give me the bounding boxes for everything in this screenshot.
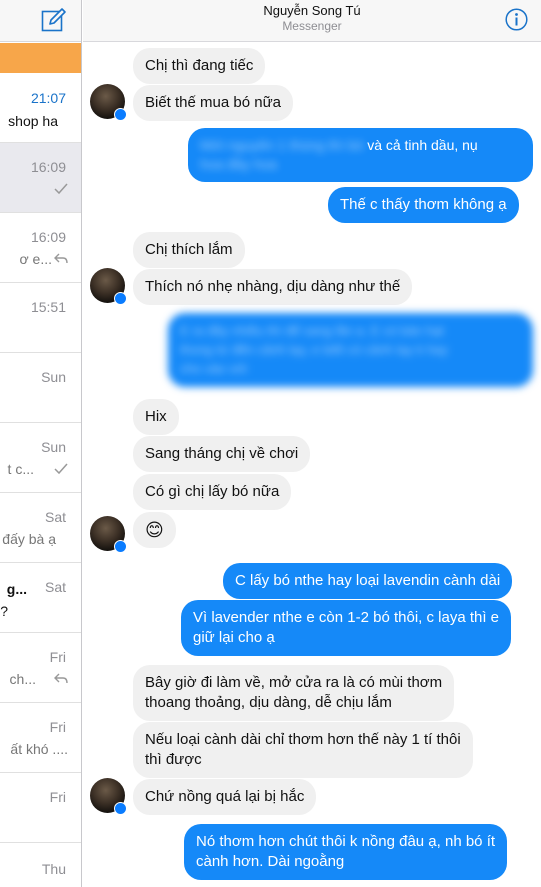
conversation-time: 15:51 — [30, 299, 66, 315]
outgoing-message[interactable]: Vì lavender nthe e còn 1-2 bó thôi, c la… — [181, 600, 512, 656]
message-text: Mới nguyên 1 thùng thì bó — [200, 137, 364, 153]
conversation-item[interactable]: 16:09 ơ e... — [0, 213, 81, 283]
conversation-time: Sat — [44, 579, 66, 595]
message-text: Có gì chị lấy bó nữa — [145, 483, 280, 500]
message-text: Sang tháng chị về chơi — [145, 445, 299, 462]
info-icon[interactable] — [505, 8, 528, 31]
incoming-message[interactable]: Chị thì đang tiếc — [133, 48, 266, 84]
message-text-line2: cành hơn. Dài ngoằng — [196, 853, 345, 870]
outgoing-message[interactable]: Mới nguyên 1 thùng thì bó và cả tinh dầu… — [188, 128, 533, 182]
incoming-message[interactable]: Hix — [133, 399, 179, 435]
conversation-time: Sun — [41, 439, 66, 455]
check-icon — [54, 463, 68, 475]
conversation-list-header — [0, 0, 81, 42]
conversation-item[interactable]: 15:51 — [0, 283, 81, 353]
conversation-snippet: shop ha — [8, 113, 58, 129]
check-icon — [54, 183, 68, 195]
reply-icon — [54, 673, 68, 684]
message-text: Hix — [145, 408, 167, 425]
message-text: Biết thế mua bó nữa — [145, 94, 281, 111]
outgoing-message[interactable]: Thế c thấy thơm không ạ — [328, 187, 519, 223]
incoming-message[interactable]: Bây giờ đi làm về, mở cửa ra là có mùi t… — [133, 665, 455, 721]
conversation-snippet: g... — [6, 581, 27, 597]
message-text: Chị thì đang tiếc — [145, 57, 254, 74]
message-text: E ra đây nhiều thì để sang lần a. E có b… — [180, 323, 444, 338]
message-text: Nếu loại cành dài chỉ thơm hơn thế này 1… — [145, 731, 461, 748]
conversation-time: Fri — [49, 789, 66, 805]
incoming-message[interactable]: 😊 — [133, 512, 176, 548]
incoming-message[interactable]: Thích nó nhẹ nhàng, dịu dàng như thế — [133, 269, 413, 305]
conversation-snippet: ch... — [9, 671, 36, 687]
conversation-item[interactable]: Sun t c... — [0, 423, 81, 493]
smiley-emoji: 😊 — [145, 520, 164, 540]
conversation-time: Fri — [49, 719, 66, 735]
outgoing-message[interactable]: Nó thơm hơn chút thôi k nồng đâu ạ, nh b… — [184, 824, 508, 880]
conversation-time: Sat — [44, 509, 66, 525]
messenger-badge-icon — [114, 540, 127, 553]
conversation-item[interactable]: Sat đấy bà ạ — [0, 493, 81, 563]
message-text-line2: thì được — [145, 751, 202, 768]
message-text: Nó thơm hơn chút thôi k nồng đâu ạ, nh b… — [196, 833, 496, 850]
outgoing-message[interactable]: C lấy bó nthe hay loại lavendin cành dài — [223, 563, 513, 599]
conversation-item[interactable]: Thu — [0, 843, 81, 887]
message-text: Chứ nồng quá lại bị hắc — [145, 788, 305, 805]
incoming-message[interactable]: Biết thế mua bó nữa — [133, 85, 293, 121]
conversation-item[interactable]: Fri — [0, 773, 81, 843]
chat-header: Nguyễn Song Tú Messenger — [83, 0, 541, 42]
message-text: Thích nó nhẹ nhàng, dịu dàng như thế — [145, 278, 401, 295]
message-text: Thế c thấy thơm không ạ — [340, 196, 507, 213]
incoming-message[interactable]: Có gì chị lấy bó nữa — [133, 474, 292, 510]
message-text-line2: giữ lại cho ạ — [193, 629, 275, 646]
message-text: Chị thích lắm — [145, 241, 233, 258]
conversation-time: Fri — [49, 649, 66, 665]
notification-banner[interactable] — [0, 43, 81, 73]
conversation-item[interactable]: Sat g... ? — [0, 563, 81, 633]
conversation-snippet-line2: ? — [0, 603, 8, 619]
conversation-snippet: đấy bà ạ — [2, 531, 56, 547]
message-text-line2: và cả tinh dầu, nụ — [367, 137, 478, 153]
messenger-badge-icon — [114, 292, 127, 305]
conversation-item[interactable]: Fri ất khó .... — [0, 703, 81, 773]
message-text-line3: hoa đầy hoa — [200, 156, 278, 172]
reply-icon — [54, 253, 68, 264]
conversation-item[interactable]: 16:09 — [0, 143, 81, 213]
conversation-item[interactable]: Sun — [0, 353, 81, 423]
conversation-list: 21:07 shop ha 16:09 16:09 ơ e... 15:51 S… — [0, 0, 82, 887]
conversation-time: Thu — [41, 861, 66, 877]
contact-subtitle: Messenger — [282, 19, 342, 33]
conversation-snippet: t c... — [7, 461, 34, 477]
incoming-message[interactable]: Sang tháng chị về chơi — [133, 436, 311, 472]
conversation-snippet: ơ e... — [19, 251, 52, 267]
incoming-message[interactable]: Chị thích lắm — [133, 232, 245, 268]
incoming-message[interactable]: Chứ nồng quá lại bị hắc — [133, 779, 317, 815]
conversation-time: Sun — [41, 369, 66, 385]
message-text-line2: thoang thoảng, dịu dàng, dễ chịu lắm — [145, 694, 392, 711]
outgoing-message[interactable]: E ra đây nhiều thì để sang lần a. E có b… — [168, 313, 533, 387]
conversation-item[interactable]: 21:07 shop ha — [0, 73, 81, 143]
conversation-time: 21:07 — [30, 90, 66, 106]
conversation-item[interactable]: Fri ch... — [0, 633, 81, 703]
conversation-time: 16:09 — [30, 229, 66, 245]
message-text-line3: cho vào với — [180, 361, 248, 376]
conversation-snippet: ất khó .... — [10, 741, 68, 757]
messenger-badge-icon — [114, 108, 127, 121]
conversation-time: 16:09 — [30, 159, 66, 175]
contact-name[interactable]: Nguyễn Song Tú — [83, 3, 541, 18]
compose-icon[interactable] — [41, 7, 67, 33]
message-text: C lấy bó nthe hay loại lavendin cành dài — [235, 572, 501, 589]
incoming-message[interactable]: Nếu loại cành dài chỉ thơm hơn thế này 1… — [133, 722, 473, 778]
messenger-badge-icon — [114, 802, 127, 815]
message-text-line2: thong từ đến cảnh lạy, e biết có cảnh lạ… — [180, 342, 448, 357]
message-text: Vì lavender nthe e còn 1-2 bó thôi, c la… — [193, 609, 500, 626]
message-text: Bây giờ đi làm về, mở cửa ra là có mùi t… — [145, 674, 443, 691]
